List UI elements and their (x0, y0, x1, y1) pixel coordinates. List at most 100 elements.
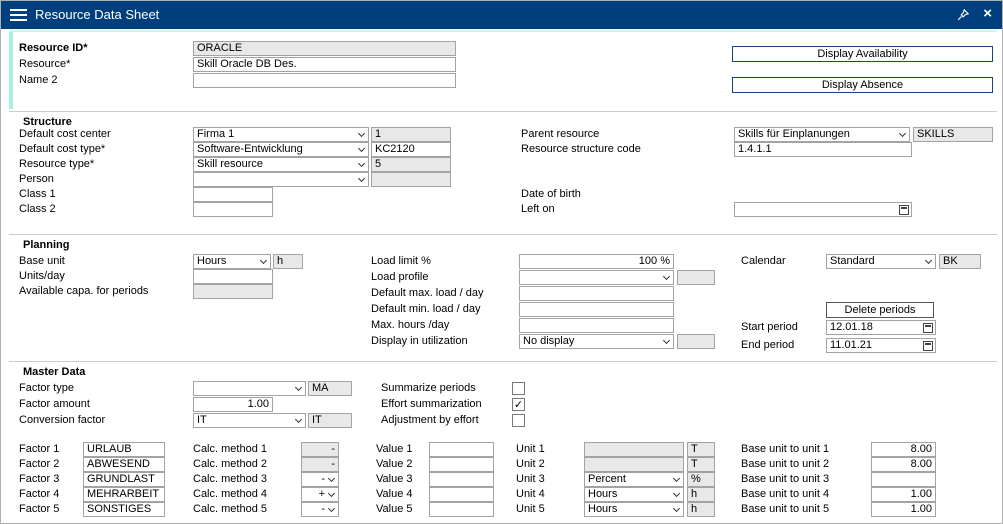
factor-2-input[interactable]: ABWESEND (83, 457, 165, 472)
display-availability-button[interactable]: Display Availability (732, 46, 993, 62)
factor-5-input[interactable]: SONSTIGES (83, 502, 165, 517)
max-hours-day-input[interactable] (519, 318, 674, 333)
chevron-down-icon (328, 505, 335, 512)
chevron-down-icon (328, 490, 335, 497)
base-unit-to-unit-4-input[interactable]: 1.00 (871, 487, 936, 502)
calc-method-5-select[interactable]: - (301, 502, 339, 517)
calendar-icon[interactable] (899, 205, 909, 215)
value-2-input[interactable] (429, 457, 494, 472)
default-min-load-label: Default min. load / day (371, 302, 480, 317)
class2-label: Class 2 (19, 202, 56, 217)
planning-heading: Planning (23, 239, 69, 251)
chevron-down-icon (358, 130, 365, 137)
value-5-input[interactable] (429, 502, 494, 517)
base-unit-code-field: h (273, 254, 303, 269)
class2-input[interactable] (193, 202, 273, 217)
unit-5-select[interactable]: Hours (584, 502, 684, 517)
unit-2-label: Unit 2 (516, 457, 545, 472)
load-profile-label: Load profile (371, 270, 429, 285)
factor-type-select[interactable] (193, 381, 306, 396)
value-4-label: Value 4 (376, 487, 413, 502)
factor-3-input[interactable]: GRUNDLAST (83, 472, 165, 487)
default-max-load-input[interactable] (519, 286, 674, 301)
chevron-down-icon (663, 273, 670, 280)
person-label: Person (19, 172, 54, 187)
load-profile-select[interactable] (519, 270, 674, 285)
units-day-input[interactable] (193, 269, 273, 284)
default-min-load-input[interactable] (519, 302, 674, 317)
resource-data-sheet-window: Resource Data Sheet × Resource ID* ORACL… (0, 0, 1003, 524)
calc-method-5-label: Calc. method 5 (193, 502, 267, 517)
end-period-date-input[interactable]: 11.01.21 (826, 338, 936, 353)
value-3-label: Value 3 (376, 472, 413, 487)
factor-amount-input[interactable]: 1.00 (193, 397, 273, 412)
unit-5-code-field: h (687, 502, 715, 517)
left-on-label: Left on (521, 202, 555, 217)
name2-input[interactable] (193, 73, 456, 88)
date-of-birth-label: Date of birth (521, 187, 581, 202)
default-cost-type-code-input[interactable]: KC2120 (371, 142, 451, 157)
calc-method-4-select[interactable]: + (301, 487, 339, 502)
calendar-code-field: BK (939, 254, 981, 269)
base-unit-select[interactable]: Hours (193, 254, 271, 269)
left-on-date-input[interactable] (734, 202, 912, 217)
display-absence-button[interactable]: Display Absence (732, 77, 993, 93)
unit-1-label: Unit 1 (516, 442, 545, 457)
calc-method-2-field: - (301, 457, 339, 472)
summarize-periods-checkbox[interactable] (512, 382, 525, 395)
adjustment-by-effort-checkbox[interactable] (512, 414, 525, 427)
end-period-label: End period (741, 338, 794, 353)
calc-method-3-select[interactable]: - (301, 472, 339, 487)
chevron-down-icon (663, 337, 670, 344)
resource-type-select[interactable]: Skill resource (193, 157, 369, 172)
effort-summarization-label: Effort summarization (381, 397, 482, 412)
available-capa-field (193, 284, 273, 299)
base-unit-to-unit-3-input[interactable] (871, 472, 936, 487)
default-cost-type-select[interactable]: Software-Entwicklung (193, 142, 369, 157)
resource-structure-code-input[interactable]: 1.4.1.1 (734, 142, 912, 157)
value-3-input[interactable] (429, 472, 494, 487)
calendar-select[interactable]: Standard (826, 254, 936, 269)
calc-method-1-label: Calc. method 1 (193, 442, 267, 457)
unit-4-code-field: h (687, 487, 715, 502)
display-in-utilization-select[interactable]: No display (519, 334, 674, 349)
calendar-icon[interactable] (923, 323, 933, 333)
parent-resource-select[interactable]: Skills für Einplanungen (734, 127, 910, 142)
base-unit-label: Base unit (19, 254, 65, 269)
class1-input[interactable] (193, 187, 273, 202)
calendar-icon[interactable] (923, 341, 933, 351)
resource-input[interactable]: Skill Oracle DB Des. (193, 57, 456, 72)
pin-icon[interactable] (956, 8, 970, 22)
start-period-date-input[interactable]: 12.01.18 (826, 320, 936, 335)
factor-1-label: Factor 1 (19, 442, 59, 457)
default-cost-center-select[interactable]: Firma 1 (193, 127, 369, 142)
default-max-load-label: Default max. load / day (371, 286, 484, 301)
base-unit-to-unit-2-input[interactable]: 8.00 (871, 457, 936, 472)
base-unit-to-unit-1-input[interactable]: 8.00 (871, 442, 936, 457)
factor-4-input[interactable]: MEHRARBEIT (83, 487, 165, 502)
load-limit-input[interactable]: 100 % (519, 254, 674, 269)
value-4-input[interactable] (429, 487, 494, 502)
base-unit-to-unit-1-label: Base unit to unit 1 (741, 442, 829, 457)
close-icon[interactable]: × (983, 5, 992, 23)
value-1-input[interactable] (429, 442, 494, 457)
resource-id-label: Resource ID* (19, 41, 87, 56)
person-select[interactable] (193, 172, 369, 187)
class1-label: Class 1 (19, 187, 56, 202)
default-cost-center-code-field: 1 (371, 127, 451, 142)
menu-icon[interactable] (10, 9, 27, 22)
conversion-factor-select[interactable]: IT (193, 413, 306, 428)
factor-5-label: Factor 5 (19, 502, 59, 517)
max-hours-day-label: Max. hours /day (371, 318, 449, 333)
factor-amount-label: Factor amount (19, 397, 90, 412)
effort-summarization-checkbox[interactable]: ✓ (512, 398, 525, 411)
adjustment-by-effort-label: Adjustment by effort (381, 413, 479, 428)
unit-4-select[interactable]: Hours (584, 487, 684, 502)
unit-3-select[interactable]: Percent (584, 472, 684, 487)
delete-periods-button[interactable]: Delete periods (826, 302, 934, 318)
base-unit-to-unit-5-input[interactable]: 1.00 (871, 502, 936, 517)
chevron-down-icon (673, 490, 680, 497)
factor-type-label: Factor type (19, 381, 74, 396)
available-capa-label: Available capa. for periods (19, 284, 148, 299)
factor-1-input[interactable]: URLAUB (83, 442, 165, 457)
